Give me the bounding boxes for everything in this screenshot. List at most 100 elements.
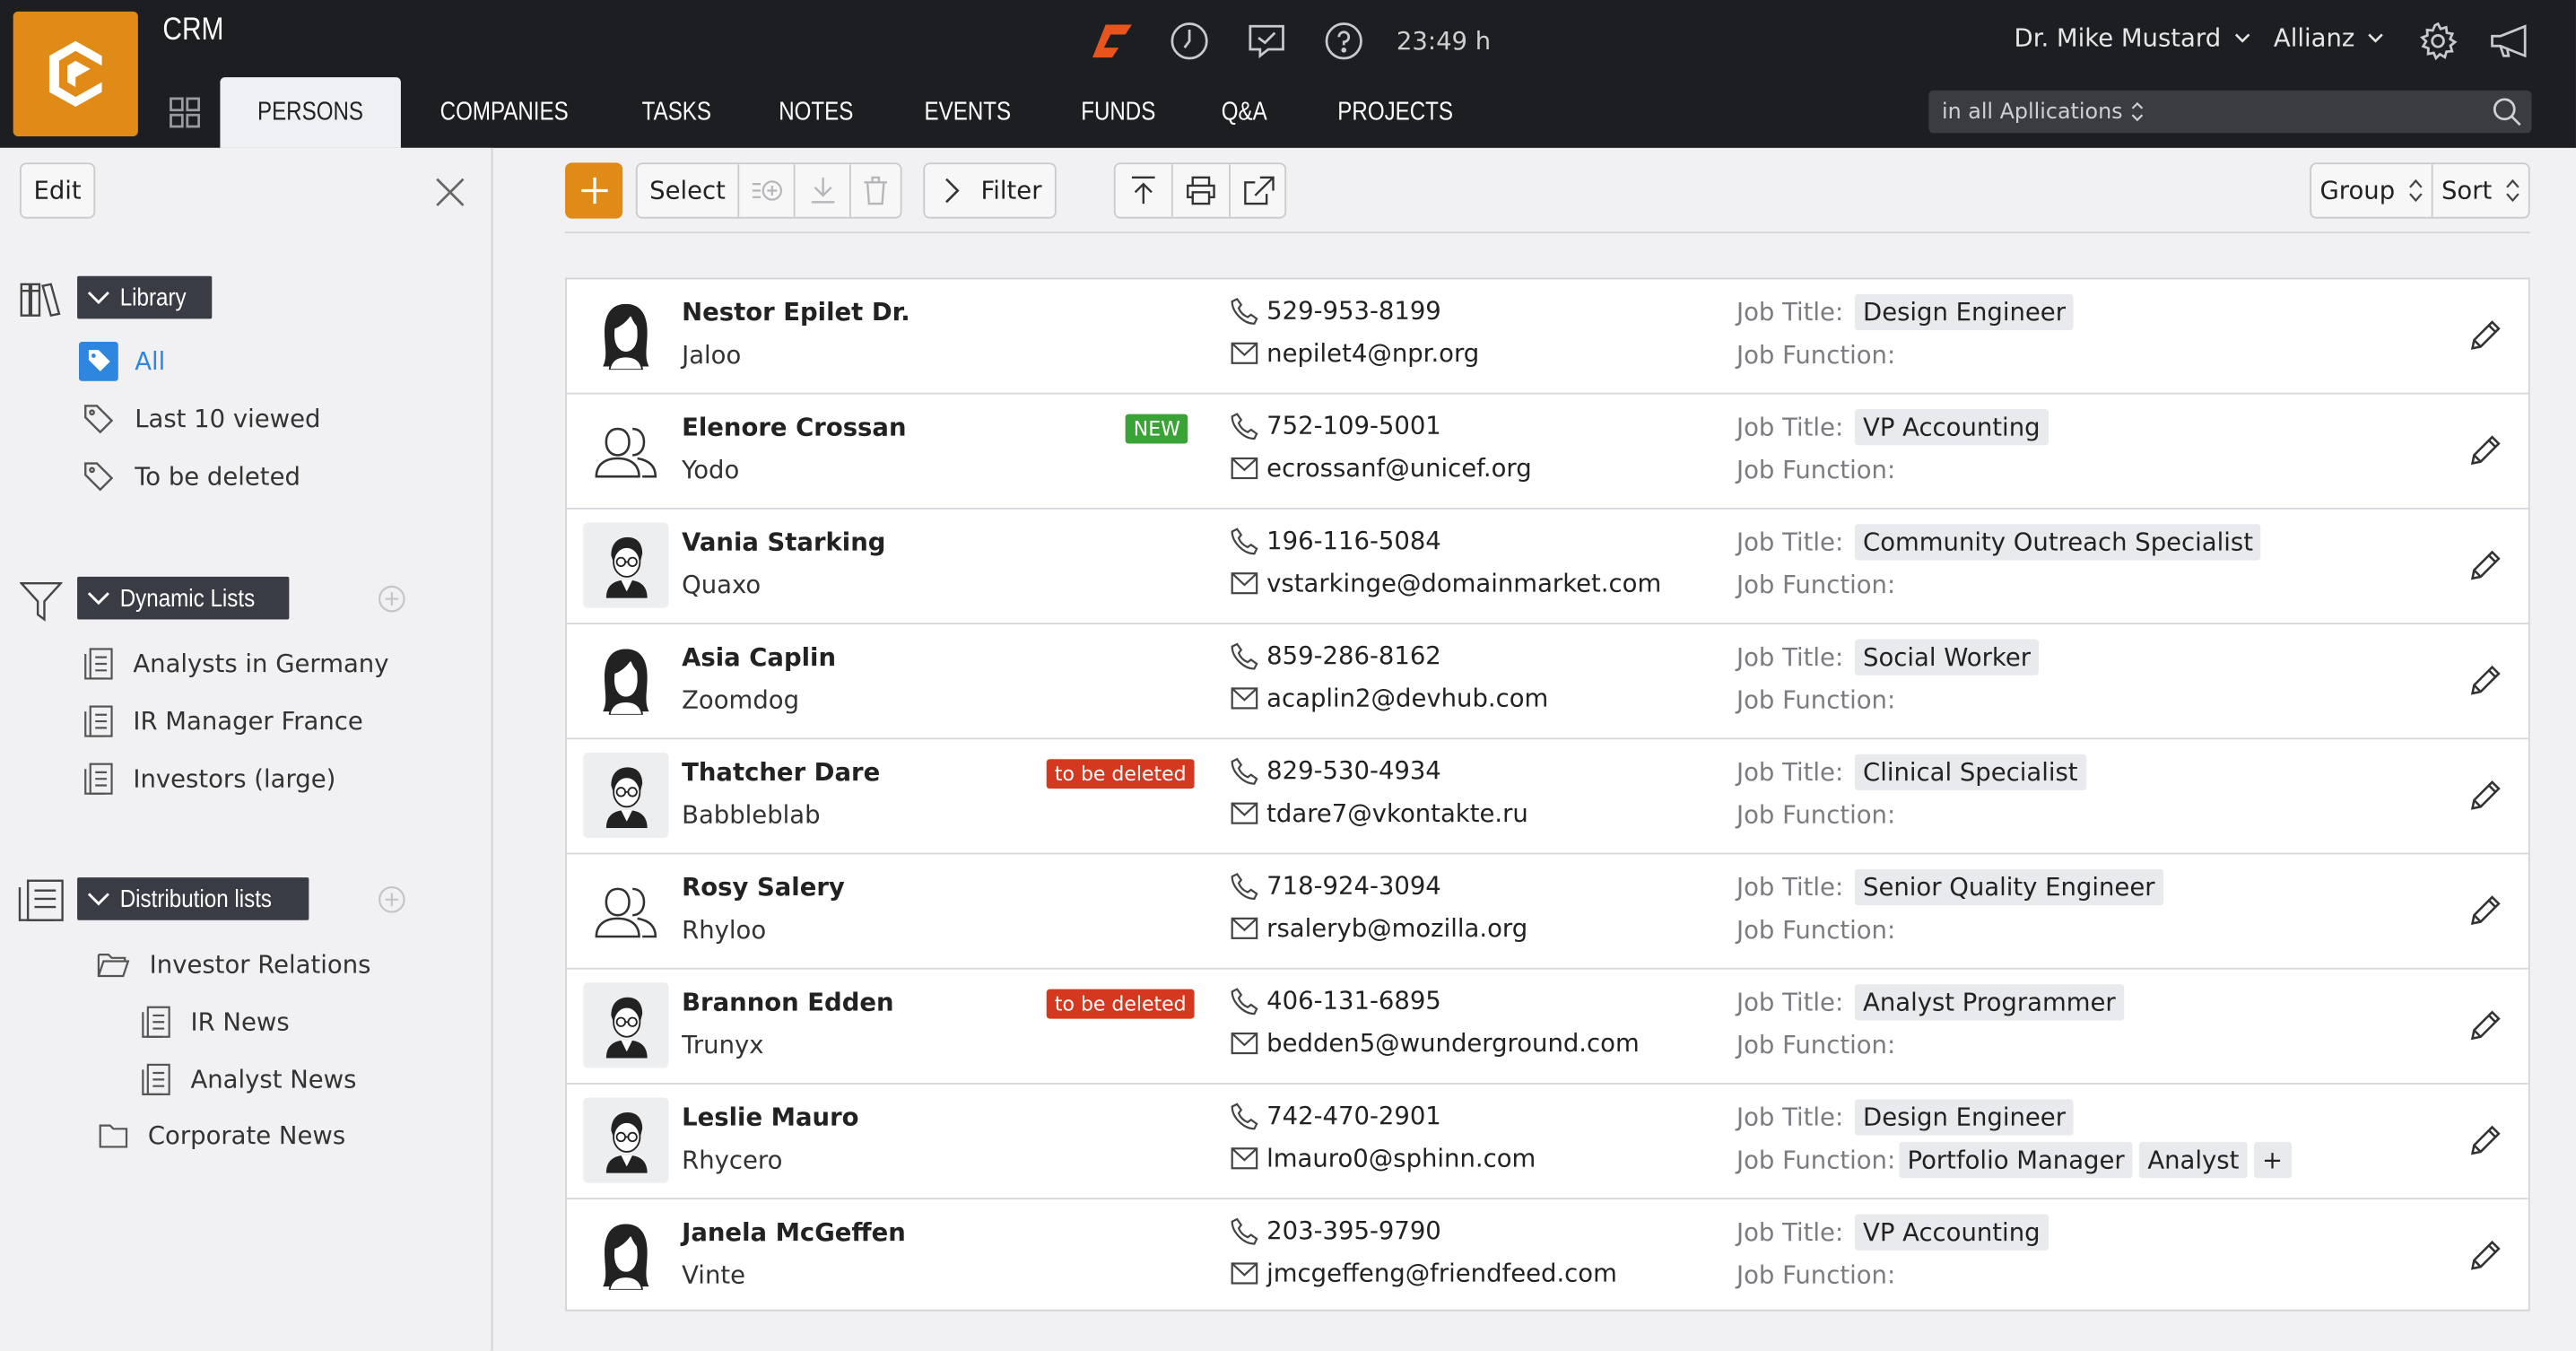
person-name[interactable]: Leslie Mauro xyxy=(682,1103,858,1132)
table-row[interactable]: Rosy Salery Rhyloo 718-924-3094 rsaleryb… xyxy=(566,854,2528,970)
phone[interactable]: 752-109-5001 xyxy=(1231,411,1441,440)
library-section-toggle[interactable]: Library xyxy=(77,275,213,319)
add-circle-icon[interactable] xyxy=(378,585,405,613)
pencil-icon[interactable] xyxy=(2469,779,2502,818)
sidebar-folder-corporate-news[interactable]: Corporate News xyxy=(99,1120,345,1150)
company-name[interactable]: Rhycero xyxy=(682,1146,782,1175)
org-menu[interactable]: Allianz xyxy=(2274,23,2384,53)
app-logo[interactable] xyxy=(13,11,138,137)
scroll-top-button[interactable] xyxy=(1116,164,1173,217)
email[interactable]: vstarkinge@domainmarket.com xyxy=(1231,569,1661,598)
email[interactable]: bedden5@wunderground.com xyxy=(1231,1029,1640,1059)
group-button[interactable]: Group xyxy=(2311,164,2433,217)
company-name[interactable]: Quaxo xyxy=(682,571,761,600)
user-menu[interactable]: Dr. Mike Mustard xyxy=(2015,23,2251,53)
table-row[interactable]: Asia Caplin Zoomdog 859-286-8162 acaplin… xyxy=(566,624,2528,740)
email[interactable]: tdare7@vkontakte.ru xyxy=(1231,798,1528,828)
email[interactable]: acaplin2@devhub.com xyxy=(1231,684,1548,713)
select-button[interactable]: Select xyxy=(638,164,740,217)
share-button[interactable] xyxy=(1231,164,1284,217)
pencil-icon[interactable] xyxy=(2469,664,2502,703)
sidebar-item-all[interactable]: All xyxy=(78,341,165,381)
pencil-icon[interactable] xyxy=(2469,1239,2502,1278)
tab-events[interactable]: EVENTS xyxy=(888,77,1046,148)
filter-button[interactable]: Filter xyxy=(923,162,1057,219)
company-name[interactable]: Babbleblab xyxy=(682,800,820,830)
dynamic-lists-section-toggle[interactable]: Dynamic Lists xyxy=(77,576,291,620)
pencil-icon[interactable] xyxy=(2469,318,2502,358)
person-name[interactable]: Brannon Edden xyxy=(682,988,893,1017)
table-row[interactable]: Janela McGeffen Vinte 203-395-9790 jmcge… xyxy=(567,1199,2528,1314)
clock-icon[interactable] xyxy=(1170,22,1209,61)
tab-notes[interactable]: NOTES xyxy=(744,77,888,148)
tab-funds[interactable]: FUNDS xyxy=(1046,77,1189,148)
sidebar-item-analysts-germany[interactable]: Analysts in Germany xyxy=(83,648,388,681)
close-icon[interactable] xyxy=(435,178,465,207)
phone[interactable]: 529-953-8199 xyxy=(1231,296,1441,326)
sidebar-item-ir-manager-france[interactable]: IR Manager France xyxy=(83,705,363,738)
pencil-icon[interactable] xyxy=(2469,549,2502,588)
table-row[interactable]: Brannon Edden Trunyx to be deleted 406-1… xyxy=(566,970,2528,1085)
table-row[interactable]: Vania Starking Quaxo 196-116-5084 vstark… xyxy=(566,510,2528,625)
tab-tasks[interactable]: TASKS xyxy=(607,77,744,148)
person-name[interactable]: Elenore Crossan xyxy=(682,413,906,442)
download-button[interactable] xyxy=(795,164,851,217)
add-to-list-button[interactable] xyxy=(739,164,796,217)
feedback-icon[interactable] xyxy=(1245,22,1288,61)
person-name[interactable]: Janela McGeffen xyxy=(682,1217,906,1247)
company-name[interactable]: Trunyx xyxy=(682,1030,763,1059)
pencil-icon[interactable] xyxy=(2469,893,2502,933)
print-button[interactable] xyxy=(1173,164,1231,217)
add-person-button[interactable] xyxy=(565,162,623,219)
sort-button[interactable]: Sort xyxy=(2433,164,2528,217)
company-name[interactable]: Vinte xyxy=(682,1260,745,1290)
email[interactable]: ecrossanf@unicef.org xyxy=(1231,454,1532,483)
sidebar-item-ir-news[interactable]: IR News xyxy=(142,1006,290,1039)
announcements-icon[interactable] xyxy=(2489,22,2532,67)
tab-companies[interactable]: COMPANIES xyxy=(401,77,608,148)
phone[interactable]: 742-470-2901 xyxy=(1231,1101,1441,1130)
search-input[interactable]: in all Apllications xyxy=(1928,90,2532,134)
gear-icon[interactable] xyxy=(2418,22,2458,67)
pencil-icon[interactable] xyxy=(2469,434,2502,474)
person-name[interactable]: Vania Starking xyxy=(682,527,885,557)
person-name[interactable]: Rosy Salery xyxy=(682,873,845,902)
table-row[interactable]: Nestor Epilet Dr. Jaloo 529-953-8199 nep… xyxy=(566,279,2528,395)
tab-persons[interactable]: PERSONS xyxy=(220,77,401,148)
phone[interactable]: 829-530-4934 xyxy=(1231,756,1441,786)
phone[interactable]: 406-131-6895 xyxy=(1231,986,1441,1015)
person-name[interactable]: Thatcher Dare xyxy=(682,757,880,787)
email[interactable]: jmcgeffeng@friendfeed.com xyxy=(1231,1259,1617,1288)
phone[interactable]: 203-395-9790 xyxy=(1231,1216,1441,1245)
phone[interactable]: 196-116-5084 xyxy=(1231,526,1441,555)
company-name[interactable]: Rhyloo xyxy=(682,915,766,945)
tab-projects[interactable]: PROJECTS xyxy=(1300,77,1492,148)
search-icon[interactable] xyxy=(2493,97,2522,126)
table-row[interactable]: Leslie Mauro Rhycero 742-470-2901 lmauro… xyxy=(566,1085,2528,1200)
pencil-icon[interactable] xyxy=(2469,1124,2502,1164)
company-name[interactable]: Yodo xyxy=(682,455,739,484)
sidebar-folder-investor-relations[interactable]: Investor Relations xyxy=(97,950,370,980)
distribution-lists-section-toggle[interactable]: Distribution lists xyxy=(77,877,309,920)
phone[interactable]: 718-924-3094 xyxy=(1231,871,1441,901)
sidebar-item-analyst-news[interactable]: Analyst News xyxy=(142,1063,356,1096)
company-name[interactable]: Zoomdog xyxy=(682,685,799,715)
add-circle-icon[interactable] xyxy=(378,885,405,913)
apps-grid-icon[interactable] xyxy=(170,97,201,135)
table-row[interactable]: Elenore Crossan Yodo NEW 752-109-5001 ec… xyxy=(566,395,2528,510)
delete-button[interactable] xyxy=(851,164,901,217)
search-scope-select[interactable]: in all Apllications xyxy=(1942,100,2123,124)
table-row[interactable]: Thatcher Dare Babbleblab to be deleted 8… xyxy=(566,739,2528,855)
sidebar-item-last-viewed[interactable]: Last 10 viewed xyxy=(83,403,321,436)
brand-mark-icon[interactable] xyxy=(1091,22,1134,61)
person-name[interactable]: Asia Caplin xyxy=(682,642,836,672)
sidebar-item-to-be-deleted[interactable]: To be deleted xyxy=(83,460,300,493)
edit-button[interactable]: Edit xyxy=(19,162,96,219)
email[interactable]: lmauro0@sphinn.com xyxy=(1231,1144,1536,1173)
email[interactable]: rsaleryb@mozilla.org xyxy=(1231,913,1527,943)
company-name[interactable]: Jaloo xyxy=(682,340,741,370)
job-function-chip[interactable]: + xyxy=(2253,1141,2292,1179)
sidebar-item-investors-large[interactable]: Investors (large) xyxy=(83,763,335,796)
help-icon[interactable] xyxy=(1324,22,1363,61)
phone[interactable]: 859-286-8162 xyxy=(1231,641,1441,670)
